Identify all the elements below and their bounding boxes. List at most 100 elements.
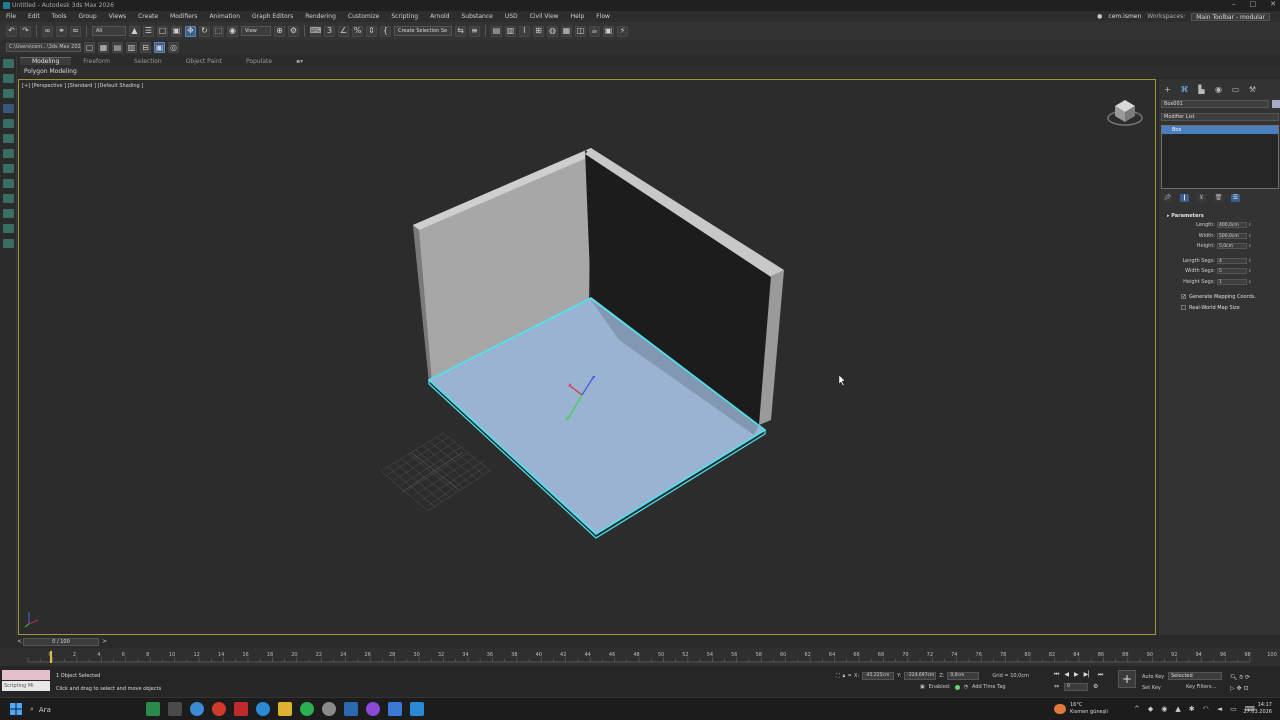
maxscript-input[interactable]	[2, 670, 50, 680]
stack-item-box[interactable]: Box	[1162, 126, 1278, 134]
tab-object-paint[interactable]: Object Paint	[174, 58, 234, 65]
key-filters-button[interactable]: Key Filters...	[1186, 684, 1216, 690]
percent-snap-icon[interactable]: %	[352, 25, 363, 37]
keyboard-shortcut-icon[interactable]: ⌨	[310, 25, 321, 37]
adaptive-degradation-icon[interactable]: ◎	[168, 42, 179, 53]
length-segs-field[interactable]: 4	[1217, 257, 1247, 264]
window-crossing-icon[interactable]: ▣	[171, 25, 182, 37]
add-time-tag[interactable]: Add Time Tag	[972, 684, 1006, 690]
viewport-settings-icon[interactable]	[3, 239, 14, 248]
menu-create[interactable]: Create	[138, 13, 158, 20]
user-account[interactable]: cem.ismen	[1108, 13, 1141, 20]
select-move-icon[interactable]: ✥	[185, 25, 196, 37]
ribbon-panel-label[interactable]: Polygon Modeling	[20, 66, 1280, 77]
time-config-icon[interactable]: ⚙	[1093, 683, 1098, 691]
spinner-icon[interactable]: ⇕	[1248, 233, 1252, 239]
named-selection-set-dropdown[interactable]: Create Selection Se	[394, 26, 452, 36]
link-icon[interactable]: ∞	[42, 25, 53, 37]
edit-named-selection-icon[interactable]: {	[380, 25, 391, 37]
time-slider[interactable]: 0 / 100	[23, 638, 99, 646]
select-object-icon[interactable]: ▲	[129, 25, 140, 37]
object-name-field[interactable]: Box001	[1161, 100, 1269, 108]
create-cameras-icon[interactable]	[3, 104, 14, 113]
project-folder-icon[interactable]: ▢	[84, 42, 95, 53]
hide-icon[interactable]	[3, 194, 14, 203]
scene-states-icon[interactable]	[3, 224, 14, 233]
wifi-icon[interactable]: ◠	[1203, 705, 1209, 713]
track-bar[interactable]: 0246810121416182022242628303234363840424…	[0, 648, 1280, 666]
current-time-marker[interactable]	[50, 651, 52, 663]
menu-graph-editors[interactable]: Graph Editors	[252, 13, 293, 20]
viewcube-icon[interactable]	[1105, 94, 1145, 128]
isolate-selection-icon[interactable]: ⛶	[836, 673, 840, 679]
key-mode-dropdown[interactable]: Selected	[1168, 672, 1222, 680]
clock-icon[interactable]: ◔	[964, 684, 968, 690]
material-editor-icon[interactable]: ◍	[547, 25, 558, 37]
menu-usd[interactable]: USD	[505, 13, 518, 20]
taskbar-app-edge-icon[interactable]	[256, 702, 270, 716]
create-shapes-icon[interactable]	[3, 74, 14, 83]
selection-filter-dropdown[interactable]: All	[92, 26, 126, 36]
time-slider-prev-icon[interactable]: <	[17, 638, 22, 645]
minimize-button[interactable]: –	[1232, 0, 1236, 8]
real-world-map-checkbox[interactable]: Real-World Map Size	[1161, 302, 1279, 313]
height-field[interactable]: 5,0cm	[1217, 243, 1247, 250]
arnold-render-icon[interactable]: ⚡	[617, 25, 628, 37]
create-geometry-icon[interactable]	[3, 59, 14, 68]
menu-group[interactable]: Group	[78, 13, 96, 20]
nvidia-tray-icon[interactable]: ▲	[1175, 705, 1180, 713]
layers-icon[interactable]	[3, 209, 14, 218]
go-to-end-icon[interactable]: ⏭	[1098, 671, 1103, 679]
volume-icon[interactable]: ◄	[1217, 705, 1222, 713]
remove-modifier-icon[interactable]: 🗑︎	[1214, 194, 1223, 202]
select-manipulate-icon[interactable]: ⚙	[288, 25, 299, 37]
new-project-icon[interactable]: ▦	[98, 42, 109, 53]
windows-start-icon[interactable]	[10, 703, 22, 715]
taskbar-app-steam-icon[interactable]	[344, 702, 358, 716]
menu-tools[interactable]: Tools	[52, 13, 67, 20]
spinner-icon[interactable]: ⇕	[1248, 258, 1252, 264]
spinner-icon[interactable]: ⇕	[1248, 243, 1252, 249]
space-warps-icon[interactable]	[3, 134, 14, 143]
maxscript-listener[interactable]: Scripting Mi	[2, 670, 50, 691]
zoom-icon[interactable]: 🔍︎	[1230, 674, 1238, 681]
taskbar-app-chrome-icon[interactable]	[190, 702, 204, 716]
viewport-icon[interactable]: ▣	[920, 684, 925, 690]
open-project-icon[interactable]: ▤	[112, 42, 123, 53]
select-scale-icon[interactable]: ⬚	[213, 25, 224, 37]
undo-icon[interactable]: ↶	[6, 25, 17, 37]
spinner-icon[interactable]: ⇕	[1248, 268, 1252, 274]
y-coordinate-field[interactable]: -224,697cm	[904, 672, 937, 680]
play-icon[interactable]: ▶	[1074, 671, 1079, 679]
perspective-viewport[interactable]: [+] [Perspective ] [Standard ] [Default …	[18, 79, 1156, 635]
menu-arnold[interactable]: Arnold	[430, 13, 449, 20]
taskbar-app-teams-icon[interactable]	[388, 702, 402, 716]
z-coordinate-field[interactable]: 0,0cm	[947, 672, 980, 680]
taskbar-app-3dsmax-icon[interactable]	[234, 702, 248, 716]
taskbar-app-store-icon[interactable]	[410, 702, 424, 716]
steam-tray-icon[interactable]: ◉	[1161, 705, 1167, 713]
taskbar-app-opera-icon[interactable]	[212, 702, 226, 716]
enabled-indicator[interactable]	[954, 684, 960, 690]
active-viewport-icon[interactable]: ▣	[154, 42, 165, 53]
spinner-icon[interactable]: ⇕	[1248, 222, 1252, 228]
current-frame-field[interactable]: 0	[1064, 683, 1089, 691]
snaps-toggle-icon[interactable]: 3	[324, 25, 335, 37]
tab-populate[interactable]: Populate	[234, 58, 284, 65]
width-field[interactable]: 500,0cm	[1217, 232, 1247, 239]
create-helpers-icon[interactable]	[3, 119, 14, 128]
auto-key-button[interactable]: Auto Key	[1142, 672, 1164, 683]
menu-flow[interactable]: Flow	[596, 13, 610, 20]
time-slider-next-icon[interactable]: >	[102, 638, 107, 645]
absolute-mode-icon[interactable]: ⌗	[848, 673, 851, 679]
taskbar-search[interactable]: ⌕ Ara	[30, 702, 138, 717]
redo-icon[interactable]: ↷	[20, 25, 31, 37]
x-coordinate-field[interactable]: -45,225cm	[862, 672, 895, 680]
scene-explorer-icon[interactable]: ▤	[491, 25, 502, 37]
spinner-snap-icon[interactable]: ⇕	[366, 25, 377, 37]
menu-customize[interactable]: Customize	[348, 13, 380, 20]
place-icon[interactable]: ◉	[227, 25, 238, 37]
set-key-label[interactable]: Set Key	[1142, 683, 1164, 694]
maxscript-output[interactable]: Scripting Mi	[2, 681, 50, 691]
network-app-icon[interactable]: ◆	[1148, 705, 1153, 713]
